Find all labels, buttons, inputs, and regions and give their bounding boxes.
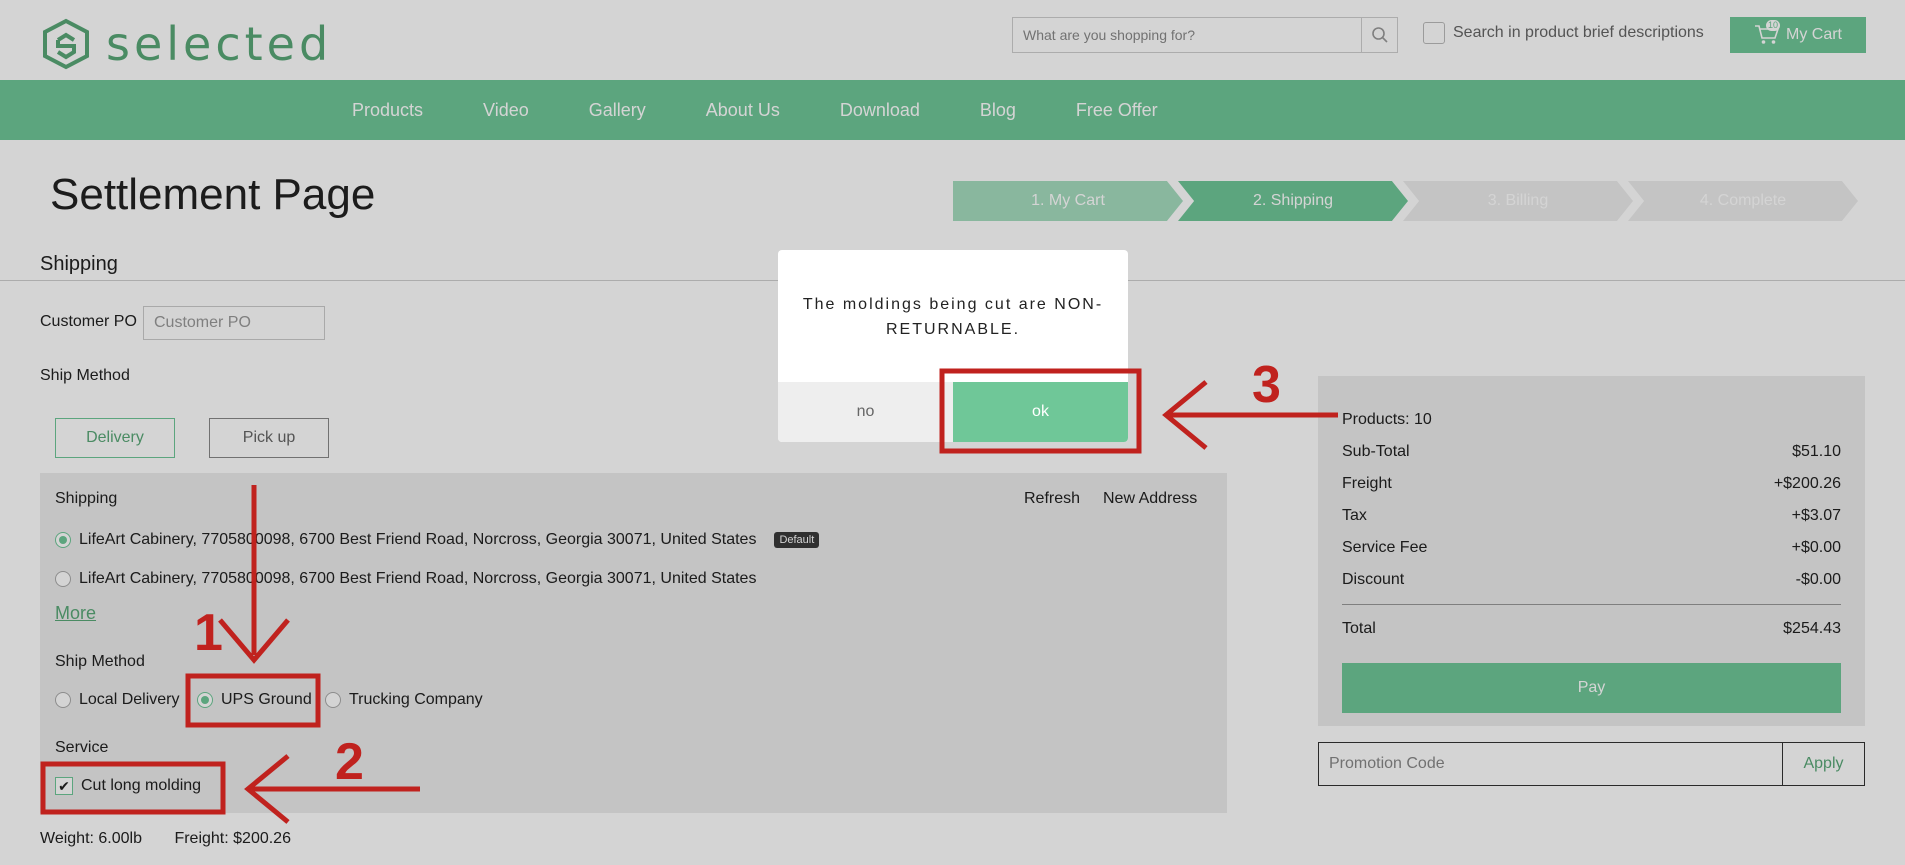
dialog-no-button[interactable]: no xyxy=(778,382,953,442)
annotation-number-2: 2 xyxy=(335,733,364,791)
annotation-number-3: 3 xyxy=(1252,356,1281,414)
dialog-message: The moldings being cut are NON-RETURNABL… xyxy=(802,296,1104,338)
dialog-ok-button[interactable]: ok xyxy=(953,382,1128,442)
annotation-number-1: 1 xyxy=(194,604,223,662)
confirm-dialog: The moldings being cut are NON-RETURNABL… xyxy=(778,250,1128,442)
dialog-buttons: no ok xyxy=(778,382,1128,442)
